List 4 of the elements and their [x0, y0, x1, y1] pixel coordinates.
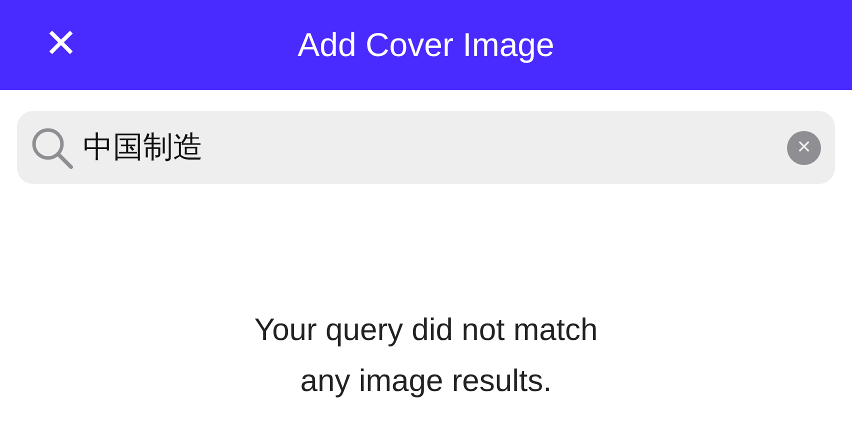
close-button[interactable]: ✕: [38, 20, 84, 68]
page-title: Add Cover Image: [298, 25, 554, 66]
empty-message: Your query did not match any image results.: [253, 311, 599, 400]
search-field[interactable]: 中国制造 ✕: [17, 111, 835, 184]
